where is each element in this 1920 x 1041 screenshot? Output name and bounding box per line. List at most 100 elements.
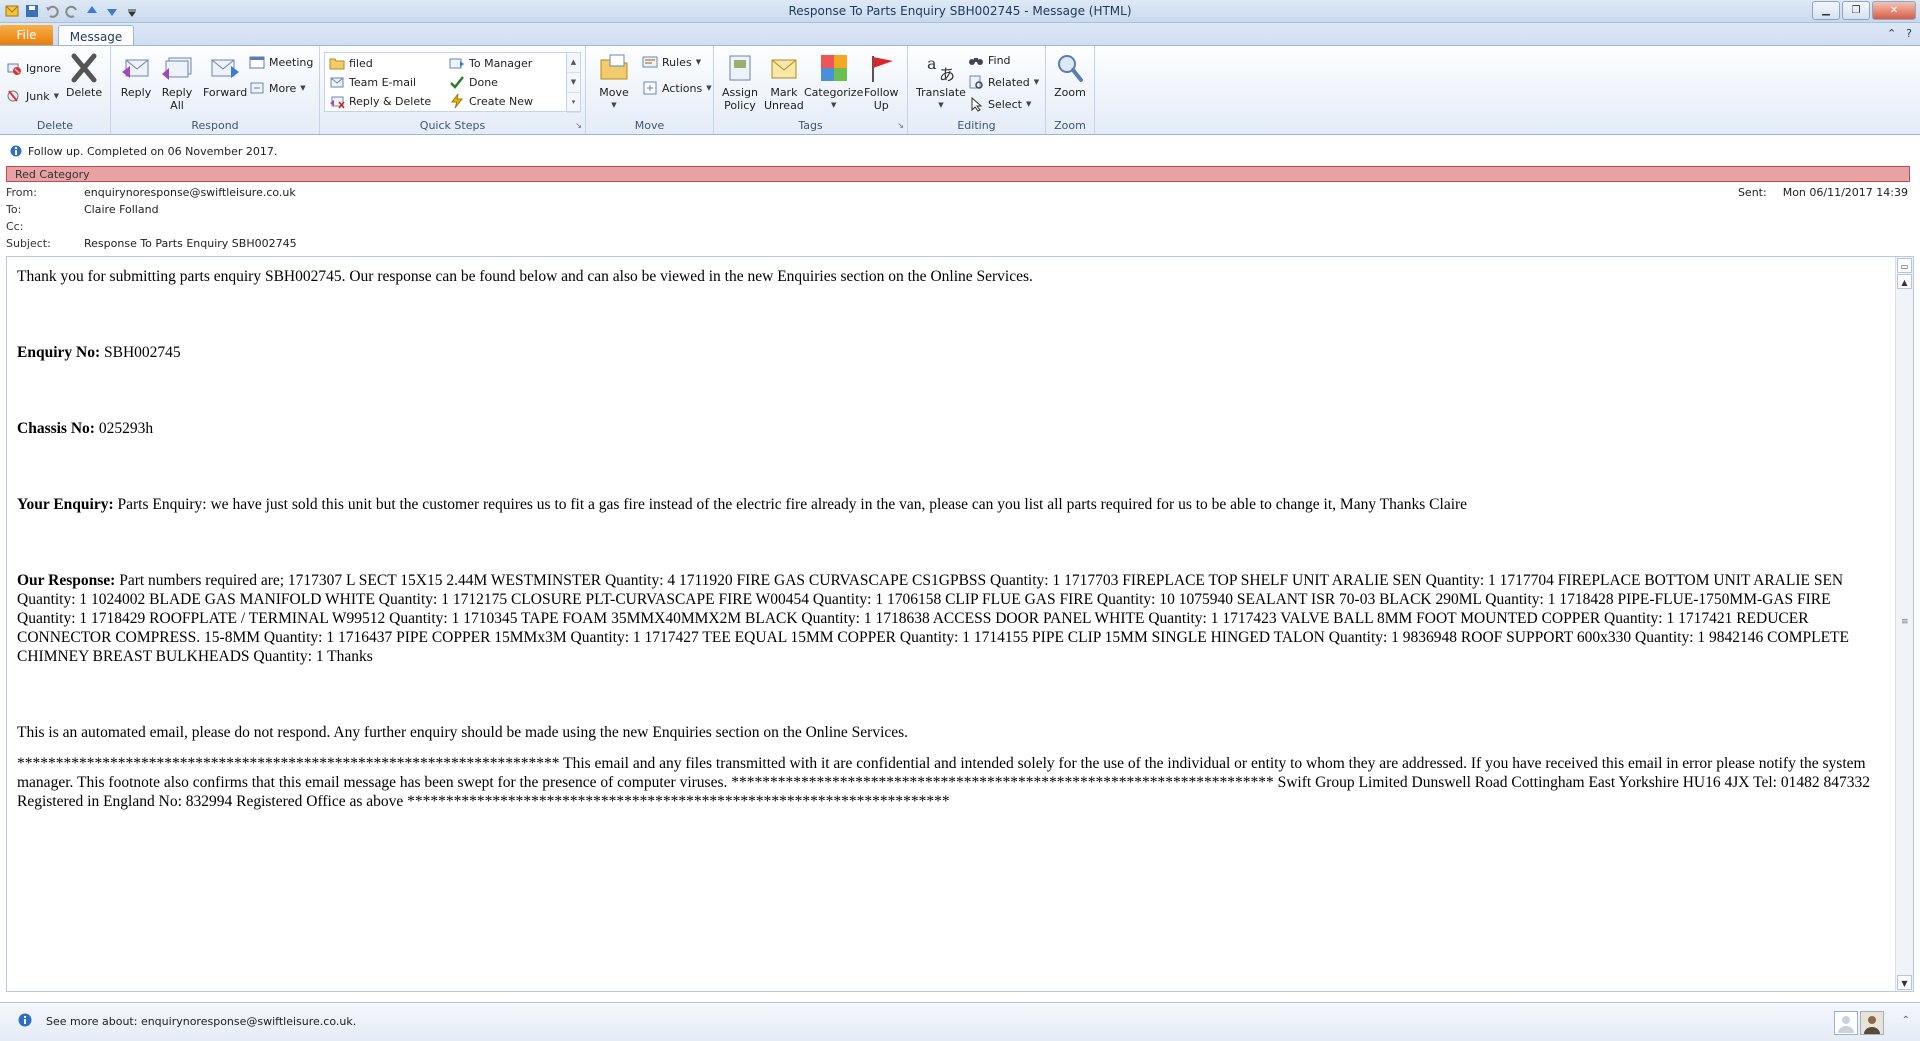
chassis-label: Chassis No: [17,420,95,437]
move-label: Move [599,86,629,99]
tab-message[interactable]: Message [58,25,134,47]
reply-label: Reply [120,86,152,99]
sent-value: Mon 06/11/2017 14:39 [1782,186,1908,199]
dialog-launcher-icon[interactable]: ↘ [575,121,582,130]
junk-button[interactable]: Junk ▼ [6,88,59,104]
to-value[interactable]: Claire Folland [84,203,159,219]
forward-button[interactable]: Forward [203,52,247,99]
dropdown-arrow-icon: ▼ [706,84,712,92]
translate-button[interactable]: aあ Translate ▼ [916,52,966,112]
dropdown-arrow-icon: ▼ [695,58,702,66]
scroll-down-button[interactable]: ▼ [1897,975,1912,990]
rules-icon [642,56,658,68]
from-value[interactable]: enquirynoresponse@swiftleisure.co.uk [84,186,296,202]
actions-button[interactable]: Actions ▼ [642,80,712,96]
delete-button[interactable]: Delete [66,52,102,99]
mark-unread-icon [771,59,797,79]
people-pane-text[interactable]: See more about: enquirynoresponse@swiftl… [46,1015,356,1028]
scroll-up-button[interactable]: ▲ [1897,274,1912,289]
reply-delete-icon [330,96,345,109]
quick-step-label: To Manager [469,56,533,70]
scroll-thumb-grip-icon[interactable]: ≡ [1901,617,1909,627]
restore-button[interactable]: ❐ [1842,1,1870,20]
footer-paragraph: ****************************************… [17,755,1870,810]
ignore-icon [7,63,21,75]
rules-button[interactable]: Rules ▼ [642,54,701,70]
dropdown-arrow-icon: ▼ [1033,78,1040,86]
dropdown-arrow-icon: ▼ [53,92,59,100]
quick-step-to-manager[interactable]: To Manager [449,55,532,71]
expand-gallery-icon[interactable]: ▾ [567,93,580,113]
related-button[interactable]: Related ▼ [968,74,1039,90]
delete-group-label: Delete [36,119,74,132]
find-button[interactable]: Find [968,52,1011,68]
mark-unread-button[interactable]: Mark Unread [764,52,804,112]
category-bar[interactable]: Red Category [6,166,1910,182]
reply-all-icon [162,57,192,80]
expand-people-pane-icon[interactable]: ⌃ [1902,1015,1910,1026]
close-button[interactable]: ✕ [1872,1,1916,20]
help-icon[interactable]: ? [1906,27,1912,40]
minimize-ribbon-icon[interactable]: ⌃ [1887,27,1896,40]
junk-icon [7,90,19,102]
minimize-button[interactable]: ▁ [1812,1,1840,20]
to-row: To: Claire Folland [6,203,159,219]
reply-button[interactable]: Reply [120,52,152,99]
scroll-up-icon[interactable]: ▲ [567,53,580,73]
person-avatar-icon[interactable] [1834,1011,1858,1035]
forward-icon [211,59,240,78]
quick-step-team-email[interactable]: Team E-mail [329,74,416,90]
rules-label: Rules [662,55,692,69]
zoom-group: Zoom Zoom [1046,46,1095,134]
dialog-launcher-icon[interactable]: ↘ [897,121,904,130]
lightning-icon [451,93,464,109]
zoom-button[interactable]: Zoom [1054,52,1086,99]
categorize-button[interactable]: Categorize ▼ [804,52,863,112]
quick-step-reply-delete[interactable]: Reply & Delete [329,93,431,109]
subject-row: Subject: Response To Parts Enquiry SBH00… [6,237,297,253]
move-group-label: Move [634,119,665,132]
quick-step-label: Done [469,75,498,89]
svg-text:あ: あ [939,65,955,84]
followup-infobar: Follow up. Completed on 06 November 2017… [0,142,1920,160]
scroll-down-icon[interactable]: ▼ [567,73,580,93]
quick-step-label: Team E-mail [349,75,417,89]
chassis-value: 025293h [94,420,154,437]
tags-group-label: Tags [798,119,823,132]
your-enquiry-label: Your Enquiry: [17,496,114,513]
to-label: To: [6,203,22,216]
magnifier-icon [1058,55,1083,82]
quick-steps-scroller[interactable]: ▲ ▼ ▾ [566,53,580,113]
sent-row: Sent: Mon 06/11/2017 14:39 [1738,186,1908,199]
move-folder-icon [600,54,628,80]
delete-icon [71,53,97,83]
contact-photo-icon[interactable] [1860,1011,1884,1035]
quick-step-create-new[interactable]: Create New [449,93,533,109]
tab-file[interactable]: File [0,25,53,45]
reply-all-label-2: All [170,99,184,112]
tags-group: Assign Policy Mark Unread Categorize ▼ F… [714,46,908,134]
your-enquiry-value: Parts Enquiry: we have just sold this un… [113,496,1468,513]
message-body: Thank you for submitting parts enquiry S… [17,267,1887,811]
vertical-scrollbar[interactable]: ▭ ▲ ≡ ▼ [1895,257,1913,991]
meeting-button[interactable]: Meeting [249,54,313,70]
split-view-icon[interactable]: ▭ [1897,258,1912,273]
follow-up-button[interactable]: Follow Up [864,52,899,112]
more-button[interactable]: More ▼ [249,80,306,96]
cursor-icon [971,96,983,112]
quick-step-done[interactable]: Done [449,74,498,90]
assign-policy-button[interactable]: Assign Policy [722,52,758,112]
cc-row: Cc: [6,220,84,236]
more-icon [250,82,264,94]
ribbon: Ignore Junk ▼ Delete Delete Reply Reply … [0,45,1920,135]
ignore-button[interactable]: Ignore [6,60,61,76]
dropdown-arrow-icon: ▼ [1025,100,1032,108]
sent-label: Sent: [1737,186,1767,199]
follow-up-label-2: Up [873,99,889,112]
automated-paragraph: This is an automated email, please do no… [17,724,909,741]
move-button[interactable]: Move ▼ [598,52,630,112]
select-button[interactable]: Select ▼ [968,96,1031,112]
quick-steps-group-label: Quick Steps [419,119,486,132]
quick-step-filed[interactable]: filed [329,55,373,71]
reply-all-button[interactable]: Reply All [161,52,193,112]
